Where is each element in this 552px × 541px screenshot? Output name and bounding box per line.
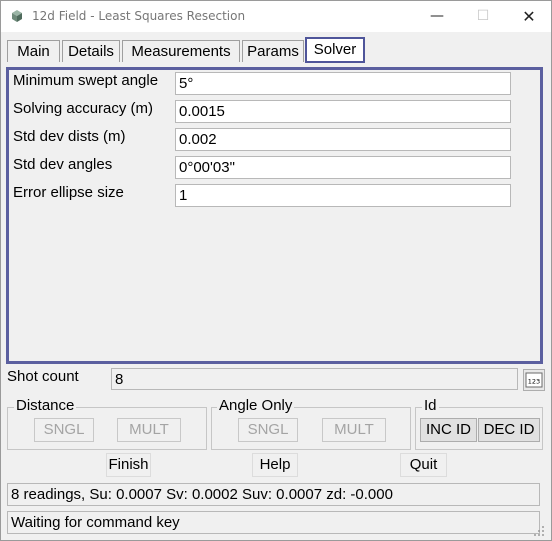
tab-measurements[interactable]: Measurements [122,40,240,62]
calculator-button[interactable]: 123 [523,369,545,391]
window-title: 12d Field - Least Squares Resection [32,9,246,23]
std-dev-dists-input[interactable]: 0.002 [175,128,511,151]
shot-count-label: Shot count [7,368,79,385]
distance-group-label: Distance [14,397,77,414]
finish-button[interactable]: Finish [106,453,151,477]
solving-accuracy-label: Solving accuracy (m) [13,100,154,117]
calculator-icon-text: 123 [528,378,540,386]
std-dev-angles-input[interactable]: 0°00'03" [175,156,511,179]
tab-main[interactable]: Main [7,40,60,62]
app-icon [12,10,22,22]
min-swept-angle-label: Minimum swept angle [13,72,159,89]
tab-details[interactable]: Details [62,40,120,62]
tab-solver[interactable]: Solver [305,37,365,63]
title-bar[interactable]: 12d Field - Least Squares Resection — ☐ … [1,1,551,32]
shot-count-field: 8 [111,368,518,390]
angle-only-group-label: Angle Only [217,397,295,414]
error-ellipse-size-input[interactable]: 1 [175,184,511,207]
maximize-button[interactable]: ☐ [460,1,506,32]
minimize-button[interactable]: — [414,1,460,32]
distance-sngl-button[interactable]: SNGL [34,418,94,442]
dec-id-button[interactable]: DEC ID [478,418,540,442]
solving-accuracy-input[interactable]: 0.0015 [175,100,511,123]
angle-mult-button[interactable]: MULT [322,418,386,442]
quit-button[interactable]: Quit [400,453,447,477]
help-button[interactable]: Help [252,453,298,477]
readings-status: 8 readings, Su: 0.0007 Sv: 0.0002 Suv: 0… [7,483,540,506]
command-status: Waiting for command key [7,511,540,534]
angle-sngl-button[interactable]: SNGL [238,418,298,442]
min-swept-angle-input[interactable]: 5° [175,72,511,95]
id-group-label: Id [422,397,439,414]
error-ellipse-size-label: Error ellipse size [13,184,124,201]
calculator-icon: 123 [525,372,543,388]
inc-id-button[interactable]: INC ID [420,418,477,442]
close-button[interactable]: ✕ [506,1,552,32]
std-dev-angles-label: Std dev angles [13,156,113,173]
distance-mult-button[interactable]: MULT [117,418,181,442]
tab-params[interactable]: Params [242,40,304,62]
std-dev-dists-label: Std dev dists (m) [13,128,126,145]
resize-grip-icon[interactable] [533,525,545,537]
